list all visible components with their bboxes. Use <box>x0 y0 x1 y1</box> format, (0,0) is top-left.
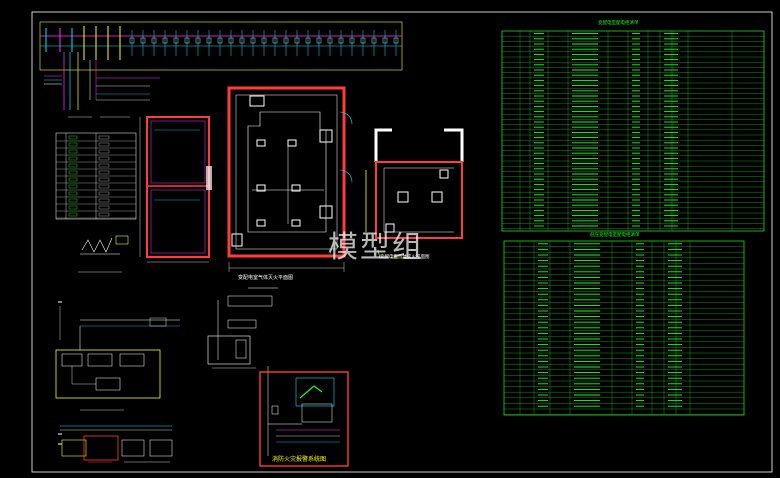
cad-drawing-canvas: 变配电室气体灭火平面图 变配电室气体灭火平面图 消防火灾报警系统图 变配电室配电… <box>31 11 773 473</box>
legend-text-stub <box>98 198 110 203</box>
legend-text-stub <box>98 170 110 175</box>
legend-symbol <box>68 142 78 147</box>
legend-table <box>55 116 137 220</box>
legend-symbol <box>68 191 78 196</box>
schedule-table-bottom: 低压变配电室配电柜清单 <box>503 231 745 416</box>
legend-symbol <box>68 170 78 175</box>
table-top-title: 变配电室配电柜清单 <box>598 19 639 26</box>
legend-text-stub <box>98 135 110 140</box>
legend-symbol <box>68 198 78 203</box>
legend-symbol <box>68 156 78 161</box>
legend-symbol <box>68 184 78 189</box>
legend-text-stub <box>98 142 110 147</box>
legend-symbol <box>68 149 78 154</box>
wiring-schematic-upper <box>55 301 180 411</box>
legend-text-stub <box>98 184 110 189</box>
table-bottom-title: 低压变配电室配电柜清单 <box>590 231 640 238</box>
duct-detail <box>78 235 129 273</box>
plan-room-center: 变配电室气体灭火平面图 <box>227 86 353 281</box>
plan-right-title: 变配电室气体灭火平面图 <box>380 253 430 260</box>
legend-symbol <box>68 212 78 217</box>
legend-symbol <box>68 163 78 168</box>
legend-text-stub <box>98 212 110 217</box>
legend-symbol <box>68 205 78 210</box>
legend-text-stub <box>98 205 110 210</box>
fire-alarm-diagram: 消防火灾报警系统图 <box>259 366 349 467</box>
single-line-diagram <box>39 21 403 110</box>
wiring-schematic-lower <box>58 425 173 463</box>
plan-room-right: 变配电室气体灭火平面图 <box>365 128 464 260</box>
control-schematic <box>207 287 278 369</box>
legend-symbol <box>68 135 78 140</box>
legend-text-stub <box>98 149 110 154</box>
legend-text-stub <box>98 191 110 196</box>
legend-text-stub <box>98 163 110 168</box>
legend-symbol <box>68 177 78 182</box>
plan-room-left <box>139 116 212 263</box>
schedule-table-top: 变配电室配电柜清单 <box>501 19 765 232</box>
legend-text-stub <box>98 177 110 182</box>
legend-text-stub <box>98 156 110 161</box>
fire-alarm-title: 消防火灾报警系统图 <box>272 455 326 463</box>
drawing-frame <box>31 11 773 473</box>
plan-center-title: 变配电室气体灭火平面图 <box>238 274 293 281</box>
